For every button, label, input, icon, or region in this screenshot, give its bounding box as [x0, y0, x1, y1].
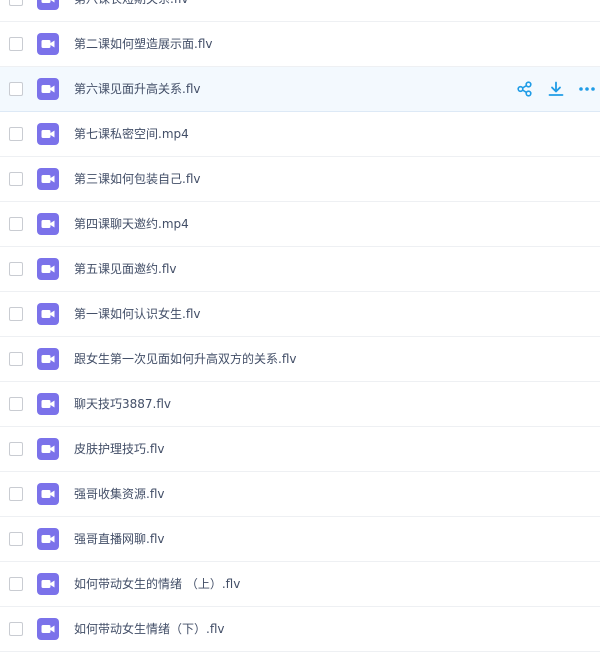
file-name[interactable]: 第二课如何塑造展示面.flv — [74, 22, 212, 66]
file-name[interactable]: 跟女生第一次见面如何升高双方的关系.flv — [74, 337, 296, 381]
file-row[interactable]: 皮肤护理技巧.flv — [0, 427, 600, 472]
row-checkbox[interactable] — [9, 442, 23, 456]
video-file-icon — [37, 0, 59, 10]
file-row[interactable]: 第二课如何塑造展示面.flv — [0, 22, 600, 67]
video-file-icon — [37, 303, 59, 325]
file-name[interactable]: 第五课见面邀约.flv — [74, 247, 176, 291]
row-checkbox[interactable] — [9, 532, 23, 546]
row-checkbox[interactable] — [9, 217, 23, 231]
file-row[interactable]: 如何带动女生的情绪 （上）.flv — [0, 562, 600, 607]
video-file-icon — [37, 33, 59, 55]
row-actions — [503, 67, 596, 111]
row-checkbox[interactable] — [9, 307, 23, 321]
file-name[interactable]: 皮肤护理技巧.flv — [74, 427, 164, 471]
file-row[interactable]: 如何带动女生情绪（下）.flv — [0, 607, 600, 652]
video-file-icon — [37, 573, 59, 595]
share-icon[interactable] — [516, 80, 534, 98]
row-checkbox[interactable] — [9, 82, 23, 96]
row-checkbox[interactable] — [9, 622, 23, 636]
file-row[interactable]: 第五课见面邀约.flv — [0, 247, 600, 292]
file-row[interactable]: 强哥收集资源.flv — [0, 472, 600, 517]
video-file-icon — [37, 438, 59, 460]
file-row[interactable]: 跟女生第一次见面如何升高双方的关系.flv — [0, 337, 600, 382]
file-row[interactable]: 第七课私密空间.mp4 — [0, 112, 600, 157]
file-name[interactable]: 第六课见面升高关系.flv — [74, 67, 200, 111]
file-name[interactable]: 第七课私密空间.mp4 — [74, 112, 189, 156]
video-file-icon — [37, 213, 59, 235]
row-checkbox[interactable] — [9, 397, 23, 411]
file-row[interactable]: 强哥直播网聊.flv — [0, 517, 600, 562]
file-name[interactable]: 第四课聊天邀约.mp4 — [74, 202, 189, 246]
file-name[interactable]: 第三课如何包装自己.flv — [74, 157, 200, 201]
file-row[interactable]: 第一课如何认识女生.flv — [0, 292, 600, 337]
row-checkbox[interactable] — [9, 127, 23, 141]
video-file-icon — [37, 258, 59, 280]
video-file-icon — [37, 78, 59, 100]
file-name[interactable]: 强哥直播网聊.flv — [74, 517, 164, 561]
video-file-icon — [37, 483, 59, 505]
row-checkbox[interactable] — [9, 352, 23, 366]
row-checkbox[interactable] — [9, 37, 23, 51]
file-row[interactable]: 第八课长短期关系.flv — [0, 0, 600, 22]
row-checkbox[interactable] — [9, 262, 23, 276]
file-name[interactable]: 强哥收集资源.flv — [74, 472, 164, 516]
row-checkbox[interactable] — [9, 487, 23, 501]
video-file-icon — [37, 528, 59, 550]
video-file-icon — [37, 168, 59, 190]
file-row[interactable]: 第四课聊天邀约.mp4 — [0, 202, 600, 247]
row-checkbox[interactable] — [9, 577, 23, 591]
file-row[interactable]: 第三课如何包装自己.flv — [0, 157, 600, 202]
video-file-icon — [37, 123, 59, 145]
file-row[interactable]: 第六课见面升高关系.flv — [0, 67, 600, 112]
file-name[interactable]: 第八课长短期关系.flv — [74, 0, 188, 21]
row-checkbox[interactable] — [9, 0, 23, 6]
more-icon[interactable] — [578, 80, 596, 98]
file-name[interactable]: 聊天技巧3887.flv — [74, 382, 171, 426]
row-checkbox[interactable] — [9, 172, 23, 186]
download-icon[interactable] — [547, 80, 565, 98]
file-row[interactable]: 聊天技巧3887.flv — [0, 382, 600, 427]
file-name[interactable]: 如何带动女生的情绪 （上）.flv — [74, 562, 240, 606]
file-name[interactable]: 如何带动女生情绪（下）.flv — [74, 607, 224, 651]
video-file-icon — [37, 348, 59, 370]
file-name[interactable]: 第一课如何认识女生.flv — [74, 292, 200, 336]
video-file-icon — [37, 618, 59, 640]
video-file-icon — [37, 393, 59, 415]
file-list: 第八课长短期关系.flv 第二课如何塑造展示面.flv 第六课见面升高关系.fl… — [0, 0, 600, 652]
